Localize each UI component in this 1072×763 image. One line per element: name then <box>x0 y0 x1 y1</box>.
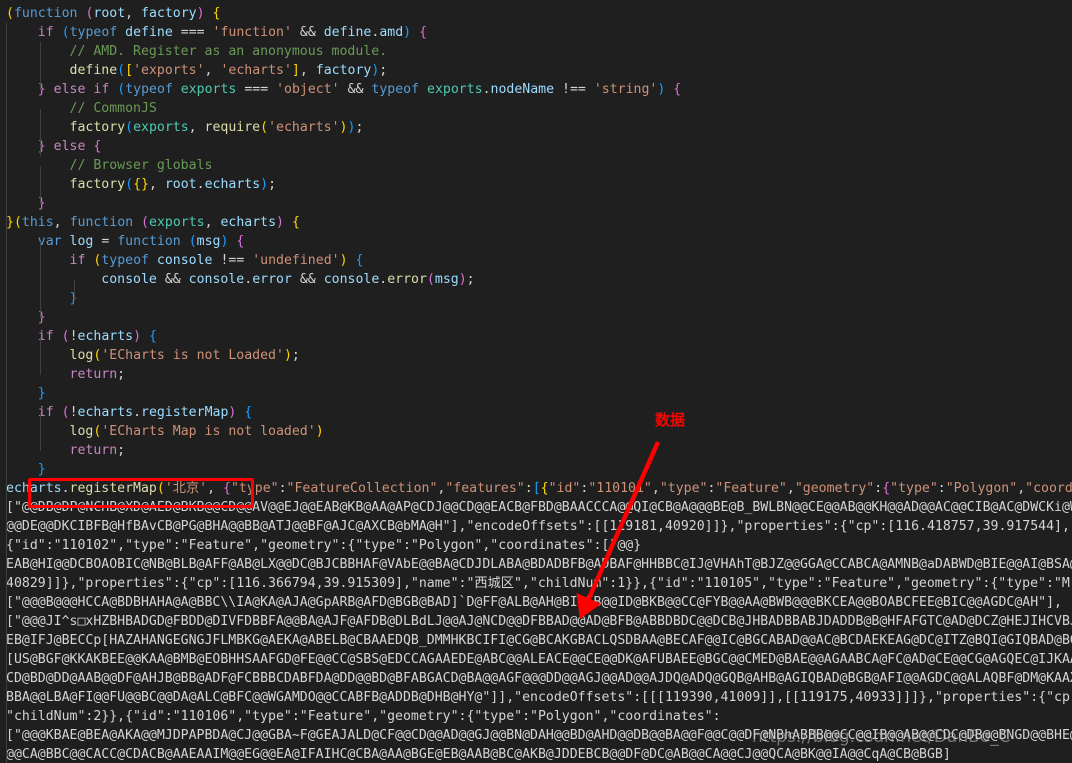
indent-guide <box>40 42 41 90</box>
code-line: if (!echarts.registerMap) { <box>37 405 253 420</box>
indent-guide <box>40 166 41 204</box>
code-line: return; <box>69 443 126 458</box>
code-line: factory({}, root.echarts); <box>69 177 277 192</box>
map-data-line: ["@@DB@DP@NCHB@XD@AED@BKB@@CD@@AV@@EJ@@E… <box>6 500 1072 515</box>
map-data-line: 40829]]},"properties":{"cp":[116.366794,… <box>6 576 1070 591</box>
code-line: } <box>37 462 46 477</box>
map-data-line: CD@BD@DD@AAB@@DF@AHJB@BB@ADF@FCBBBCDABFD… <box>6 671 1072 686</box>
code-line: // CommonJS <box>69 101 157 116</box>
code-line: if (!echarts) { <box>37 329 157 344</box>
indent-guide <box>40 109 41 157</box>
code-line: } else { <box>37 139 102 154</box>
code-line: } <box>37 196 46 211</box>
map-data-line: @@CA@BBC@@CACC@CDACB@AAEAAIM@@EG@@EA@IFA… <box>6 747 951 762</box>
map-data-line: ["@@@B@@@HCCA@BDBHAHA@A@BBC\\IA@KA@AJA@G… <box>6 595 1062 610</box>
map-data-line: EB@IFJ@BECCp[HAZAHANGEGNGJFLMBKG@AEKA@AB… <box>6 633 1072 648</box>
code-line: factory(exports, require('echarts')); <box>69 120 364 135</box>
code-line: } else if (typeof exports === 'object' &… <box>37 82 682 97</box>
code-line: } <box>37 386 46 401</box>
map-data-line: [US@BGF@KKAKBEE@@KAA@BMB@EOBHHSAAFGD@FE@… <box>6 652 1072 667</box>
code-viewport[interactable]: (function (root, factory) { if (typeof d… <box>0 0 1072 763</box>
code-line: return; <box>69 367 126 382</box>
code-editor-screenshot: (function (root, factory) { if (typeof d… <box>0 0 1072 763</box>
map-data-line: BBA@@LBA@FI@@FU@@BC@@DA@ALC@BFC@@WGAMDO@… <box>6 690 1072 705</box>
code-line: console && console.error && console.erro… <box>101 272 475 287</box>
map-data-line: EAB@HI@@DCBOAOBIC@NB@BLB@AFF@AB@LX@@DC@B… <box>6 557 1072 572</box>
indent-guide <box>40 337 41 375</box>
indent-guide <box>40 413 41 451</box>
code-line: log('ECharts is not Loaded'); <box>69 348 300 363</box>
map-data-line: "childNum":2}},{"id":"110106","type":"Fe… <box>6 709 721 724</box>
code-line: }(this, function (exports, echarts) { <box>6 215 300 230</box>
code-line: } <box>37 310 46 325</box>
annotation-label-data: 数据 <box>655 411 686 429</box>
map-data-line: ["@@@JI^s□xHZBHBADGD@FBDD@DIVFDBBFA@@BA@… <box>6 614 1072 629</box>
code-line: define(['exports', 'echarts'], factory); <box>69 63 388 78</box>
code-line: if (typeof define === 'function' && defi… <box>37 25 428 40</box>
code-line: // AMD. Register as an anonymous module. <box>69 44 388 59</box>
map-data-line: {"id":"110102","type":"Feature","geometr… <box>6 538 642 553</box>
code-line: (function (root, factory) { <box>6 6 221 21</box>
indent-guide <box>40 242 41 318</box>
indent-guide <box>74 280 75 300</box>
map-data-line: ["@@@KBAE@BEA@AKA@@MJDPAPBDA@CJ@@GBA~F@G… <box>6 728 1072 743</box>
code-line: log('ECharts Map is not loaded') <box>69 424 324 439</box>
code-line: if (typeof console !== 'undefined') { <box>69 253 364 268</box>
code-line: // Browser globals <box>69 158 213 173</box>
map-data-line: @@DE@@DKCIBFB@HfBAvCB@PG@BHA@@BB@ATJ@@BF… <box>6 519 1072 534</box>
code-line: var log = function (msg) { <box>37 234 245 249</box>
indent-guide <box>6 23 7 223</box>
indent-guide <box>6 223 7 763</box>
code-line: } <box>0 289 1072 308</box>
registermap-line: echarts.registerMap('北京', {"type":"Featu… <box>6 481 1072 496</box>
